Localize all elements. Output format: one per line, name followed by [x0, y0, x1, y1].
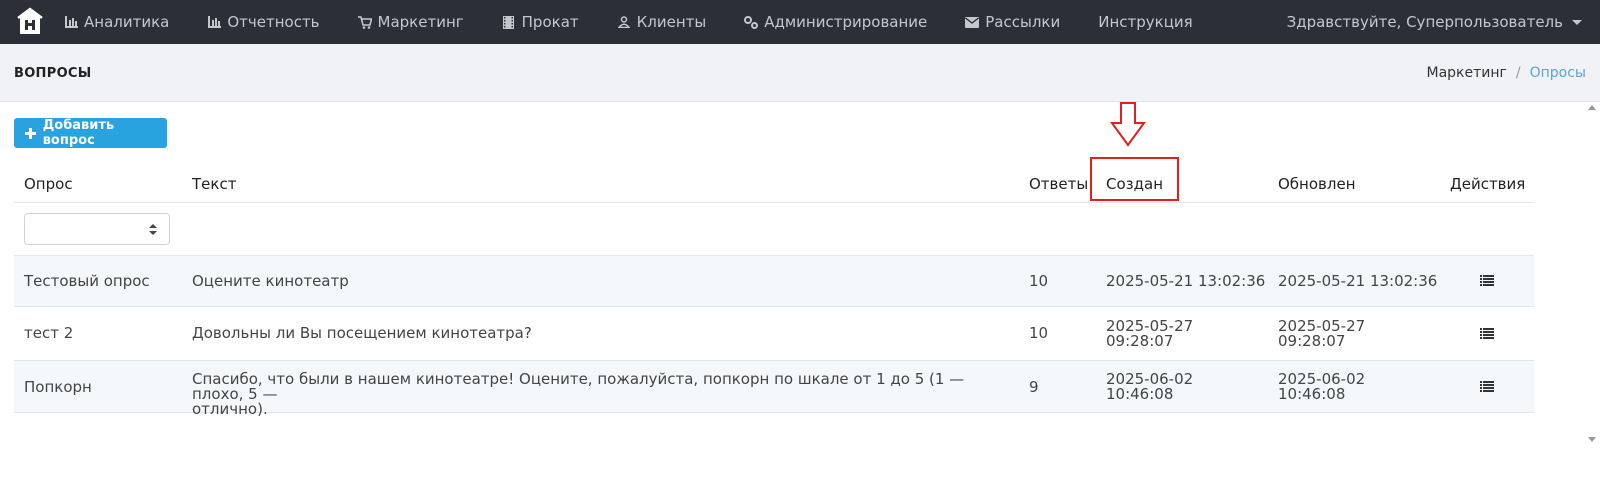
nav-item-label: Инструкция	[1098, 13, 1193, 31]
updated-line: 09:28:07	[1278, 332, 1346, 350]
created-cell: 2025-05-27 09:28:07	[1106, 319, 1193, 349]
vertical-scrollbar[interactable]	[1584, 102, 1600, 447]
created-cell: 2025-05-21 13:02:36	[1106, 274, 1265, 289]
text-line: Довольны ли Вы посещением кинотеатра?	[192, 324, 532, 342]
table-row[interactable]: тест 2 Довольны ли Вы посещением кинотеа…	[14, 307, 1534, 361]
text-line: Оцените кинотеатр	[192, 272, 349, 290]
updated-cell: 2025-05-27 09:28:07	[1278, 319, 1365, 349]
column-header-answers[interactable]: Ответы	[1029, 175, 1088, 193]
scroll-down-icon[interactable]	[1588, 437, 1596, 442]
updated-cell: 2025-06-02 10:46:08	[1278, 372, 1365, 402]
updated-line: 2025-05-21 13:02:36	[1278, 272, 1438, 290]
bar-chart-icon	[207, 15, 221, 29]
list-icon[interactable]	[1480, 381, 1494, 392]
breadcrumb: Маркетинг / Опросы	[1427, 65, 1587, 81]
nav-item-label: Клиенты	[636, 13, 707, 31]
nav-item-label: Отчетность	[227, 13, 320, 31]
nav-item-instructions[interactable]: Инструкция	[1098, 0, 1192, 44]
text-cell: Спасибо, что были в нашем кинотеатре! Оц…	[192, 372, 1002, 417]
survey-filter-select[interactable]	[24, 213, 170, 245]
nav-item-label: Маркетинг	[377, 13, 464, 31]
column-header-survey[interactable]: Опрос	[24, 175, 73, 193]
top-navbar: Аналитика Отчетность Маркетинг Прокат Кл…	[0, 0, 1600, 44]
nav-item-analytics[interactable]: Аналитика	[64, 0, 169, 44]
gears-icon	[744, 15, 759, 29]
nav-item-clients[interactable]: Клиенты	[617, 0, 707, 44]
user-icon	[617, 15, 631, 29]
nav-item-label: Прокат	[521, 13, 579, 31]
column-header-text[interactable]: Текст	[192, 175, 236, 193]
nav-item-distribution[interactable]: Прокат	[502, 0, 579, 44]
nav-item-marketing[interactable]: Маркетинг	[357, 0, 464, 44]
scroll-up-icon[interactable]	[1588, 105, 1596, 110]
survey-cell: тест 2	[24, 324, 74, 342]
survey-cell: Попкорн	[24, 378, 92, 396]
column-header-updated[interactable]: Обновлен	[1278, 175, 1356, 193]
text-line: Спасибо, что были в нашем кинотеатре! Оц…	[192, 370, 965, 403]
nav-item-mailing[interactable]: Рассылки	[965, 0, 1060, 44]
nav-item-administration[interactable]: Администрирование	[744, 0, 927, 44]
created-line: 09:28:07	[1106, 332, 1174, 350]
answers-cell: 9	[1029, 378, 1039, 396]
table-row[interactable]: Попкорн Спасибо, что были в нашем киноте…	[14, 361, 1534, 417]
sort-updown-icon	[149, 224, 157, 236]
breadcrumb-separator: /	[1515, 65, 1521, 81]
bar-chart-icon	[64, 15, 78, 29]
add-question-label: Добавить вопрос	[42, 118, 115, 148]
nav-item-label: Рассылки	[985, 13, 1061, 31]
user-greeting: Здравствуйте, Суперпользователь	[1286, 13, 1563, 31]
annotation-highlight-box	[1090, 157, 1179, 201]
answers-cell: 10	[1029, 324, 1049, 342]
nav-item-label: Аналитика	[84, 13, 170, 31]
envelope-icon	[965, 15, 980, 29]
created-line: 2025-05-21 13:02:36	[1106, 272, 1266, 290]
text-line: отлично).	[192, 400, 268, 418]
created-cell: 2025-06-02 10:46:08	[1106, 372, 1193, 402]
cart-icon	[357, 15, 372, 29]
nav-item-label: Администрирование	[764, 13, 928, 31]
updated-line: 10:46:08	[1278, 385, 1346, 403]
main-menu: Аналитика Отчетность Маркетинг Прокат Кл…	[64, 0, 1231, 44]
survey-cell: Тестовый опрос	[24, 272, 150, 290]
list-icon[interactable]	[1480, 328, 1494, 339]
page-header: ВОПРОСЫ Маркетинг / Опросы	[0, 44, 1600, 102]
annotation-arrow-down-icon	[1110, 102, 1146, 147]
filter-row	[14, 203, 1534, 256]
answers-cell: 10	[1029, 272, 1049, 290]
breadcrumb-item-surveys[interactable]: Опросы	[1530, 65, 1586, 81]
text-cell: Довольны ли Вы посещением кинотеатра?	[192, 326, 532, 341]
page-title: ВОПРОСЫ	[14, 66, 92, 81]
text-cell: Оцените кинотеатр	[192, 274, 349, 289]
table-row[interactable]: Тестовый опрос Оцените кинотеатр 10 2025…	[14, 256, 1534, 307]
created-line: 10:46:08	[1106, 385, 1174, 403]
user-menu-dropdown[interactable]: Здравствуйте, Суперпользователь	[1287, 0, 1582, 44]
caret-down-icon	[1572, 19, 1582, 25]
film-icon	[502, 15, 516, 29]
add-question-button[interactable]: Добавить вопрос	[14, 118, 167, 148]
column-header-actions: Действия	[1450, 175, 1526, 193]
breadcrumb-item-marketing[interactable]: Маркетинг	[1427, 65, 1507, 81]
plus-icon	[25, 128, 36, 139]
updated-cell: 2025-05-21 13:02:36	[1278, 274, 1437, 289]
list-icon[interactable]	[1480, 275, 1494, 286]
nav-item-reports[interactable]: Отчетность	[207, 0, 320, 44]
cinema-logo-icon[interactable]	[16, 7, 44, 37]
